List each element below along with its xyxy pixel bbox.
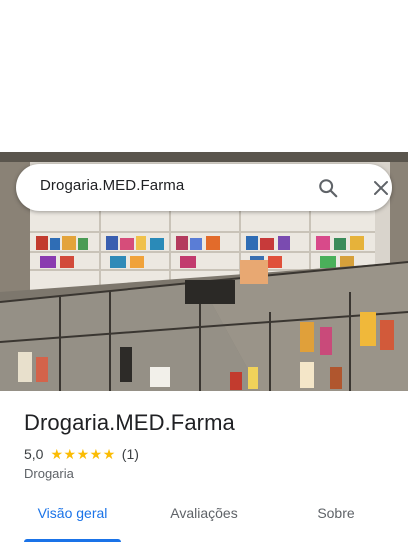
search-icon[interactable]	[315, 175, 341, 201]
star-icon: ★	[76, 446, 90, 462]
close-icon[interactable]	[368, 175, 394, 201]
star-icon: ★	[63, 446, 77, 462]
search-bar[interactable]: Drogaria.MED.Farma	[16, 164, 392, 211]
tab-reviews-label: Avaliações	[170, 505, 238, 521]
tab-reviews[interactable]: Avaliações	[146, 505, 262, 544]
rating-row[interactable]: 5,0 ★ ★ ★ ★ ★ (1)	[24, 445, 139, 463]
map-blank-area	[0, 0, 408, 152]
tab-about-label: Sobre	[317, 505, 355, 521]
star-icon: ★	[102, 446, 116, 462]
place-title: Drogaria.MED.Farma	[24, 410, 235, 435]
star-rating: ★ ★ ★ ★ ★	[50, 447, 115, 461]
rating-value: 5,0	[24, 446, 44, 462]
star-icon: ★	[50, 446, 64, 462]
star-icon: ★	[89, 446, 103, 462]
tab-overview-label: Visão geral	[37, 505, 108, 521]
review-count[interactable]: (1)	[122, 446, 139, 462]
place-category[interactable]: Drogaria	[24, 466, 74, 481]
active-tab-indicator	[24, 539, 121, 542]
place-tabs: Visão geral Avaliações Sobre	[0, 503, 408, 544]
search-query-text[interactable]: Drogaria.MED.Farma	[40, 177, 184, 194]
place-info-panel: Drogaria.MED.Farma 5,0 ★ ★ ★ ★ ★ (1) Dro…	[0, 391, 408, 544]
tab-about[interactable]: Sobre	[300, 505, 372, 544]
